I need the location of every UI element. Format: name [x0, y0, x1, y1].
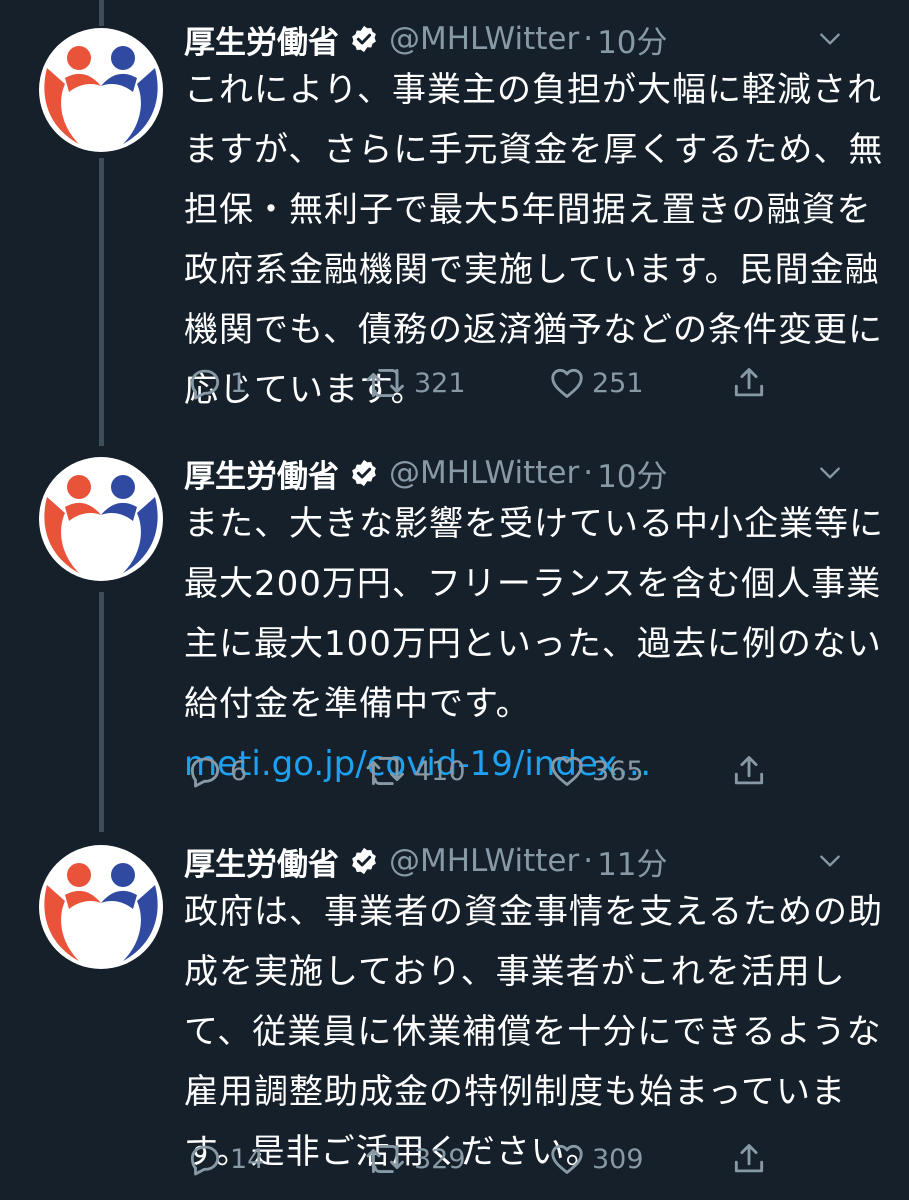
tweet-text-line: ますが、さらに手元資金を厚くするため、無: [184, 130, 884, 170]
comment-icon: [190, 757, 220, 788]
tweet-time[interactable]: 11分: [597, 839, 667, 884]
separator-dot: ·: [583, 843, 594, 879]
retweet-icon: [366, 1145, 404, 1173]
reply-button[interactable]: 1: [186, 360, 247, 406]
verified-badge-icon: [352, 25, 376, 53]
like-button[interactable]: 365: [548, 748, 644, 794]
tweet-header: 厚生労働省 @MHLWitter · 10分: [184, 16, 879, 62]
heart-icon: [551, 368, 583, 398]
avatar[interactable]: [39, 845, 163, 969]
share-icon: [734, 368, 764, 397]
tweet-time[interactable]: 10分: [597, 17, 667, 62]
tweet-actions: 14 329 309: [184, 1136, 874, 1182]
thread-line-2: [99, 592, 104, 832]
retweet-button[interactable]: 410: [364, 748, 466, 794]
tweet-text-line: これにより、事業主の負担が大幅に軽減され: [184, 70, 882, 110]
like-count: 251: [592, 367, 644, 399]
retweet-count: 329: [414, 1143, 466, 1175]
heart-icon: [551, 756, 583, 786]
like-button[interactable]: 309: [548, 1136, 644, 1182]
reply-button[interactable]: 6: [186, 748, 247, 794]
tweet-text-line: 雇用調整助成金の特例制度も始まっていま: [184, 1072, 846, 1112]
share-icon: [734, 1144, 764, 1173]
tweet-text-line: て、従業員に休業補償を十分にできるような: [184, 1012, 882, 1052]
tweet-text-line: 給付金を準備中です。: [184, 684, 531, 724]
retweet-icon: [366, 369, 404, 397]
retweet-button[interactable]: 321: [364, 360, 466, 406]
tweet-time[interactable]: 10分: [597, 451, 667, 496]
like-count: 365: [592, 755, 644, 787]
share-button[interactable]: [730, 748, 768, 794]
tweet-text-line: 最大200万円、フリーランスを含む個人事業: [184, 564, 882, 604]
retweet-button[interactable]: 329: [364, 1136, 466, 1182]
tweet-header: 厚生労働省 @MHLWitter · 11分: [184, 838, 879, 884]
comment-icon: [190, 1145, 220, 1176]
avatar[interactable]: [39, 457, 163, 581]
author-handle[interactable]: @MHLWitter: [389, 843, 579, 879]
tweet-actions: 1 321 251: [184, 360, 874, 406]
share-button[interactable]: [730, 1136, 768, 1182]
tweet-text-line: また、大きな影響を受けている中小企業等に: [184, 504, 884, 544]
author-handle[interactable]: @MHLWitter: [389, 21, 579, 57]
author-name[interactable]: 厚生労働省: [184, 839, 339, 884]
tweet-text-line: 政府は、事業者の資金事情を支えるための助: [184, 892, 883, 932]
author-name[interactable]: 厚生労働省: [184, 17, 339, 62]
reply-count: 1: [230, 367, 248, 399]
chevron-down-icon[interactable]: [817, 848, 843, 874]
retweet-count: 410: [414, 755, 466, 787]
separator-dot: ·: [583, 21, 594, 57]
tweet-text-line: 担保・無利子で最大5年間据え置きの融資を: [184, 190, 872, 230]
tweet-text-line: 成を実施しており、事業者がこれを活用し: [184, 952, 846, 992]
reply-count: 6: [230, 755, 248, 787]
chevron-down-icon[interactable]: [817, 460, 843, 486]
avatar-logo-icon: [44, 863, 158, 961]
author-name[interactable]: 厚生労働省: [184, 451, 339, 496]
separator-dot: ·: [583, 455, 594, 491]
avatar[interactable]: [39, 28, 163, 152]
verified-badge-icon: [352, 459, 376, 487]
like-count: 309: [592, 1143, 644, 1175]
chevron-down-icon[interactable]: [817, 26, 843, 52]
tweet-text-line: 機関でも、債務の返済猶予などの条件変更に: [184, 310, 883, 350]
tweet-actions: 6 410 365: [184, 748, 874, 794]
like-button[interactable]: 251: [548, 360, 644, 406]
avatar-logo-icon: [39, 28, 158, 152]
retweet-count: 321: [414, 367, 466, 399]
author-handle[interactable]: @MHLWitter: [389, 455, 579, 491]
reply-count: 14: [230, 1143, 265, 1175]
reply-button[interactable]: 14: [186, 1136, 264, 1182]
avatar-logo-icon: [44, 475, 158, 573]
thread-line-1: [99, 158, 104, 446]
share-button[interactable]: [730, 360, 768, 406]
tweet-text-line: 政府系金融機関で実施しています。民間金融: [184, 250, 880, 290]
tweet-text-line: 主に最大100万円といった、過去に例のない: [184, 624, 882, 664]
share-icon: [734, 756, 764, 785]
retweet-icon: [366, 757, 404, 785]
heart-icon: [551, 1144, 583, 1174]
tweet-header: 厚生労働省 @MHLWitter · 10分: [184, 450, 879, 496]
thread-line-top: [99, 0, 104, 26]
comment-icon: [190, 369, 220, 400]
verified-badge-icon: [352, 847, 376, 875]
